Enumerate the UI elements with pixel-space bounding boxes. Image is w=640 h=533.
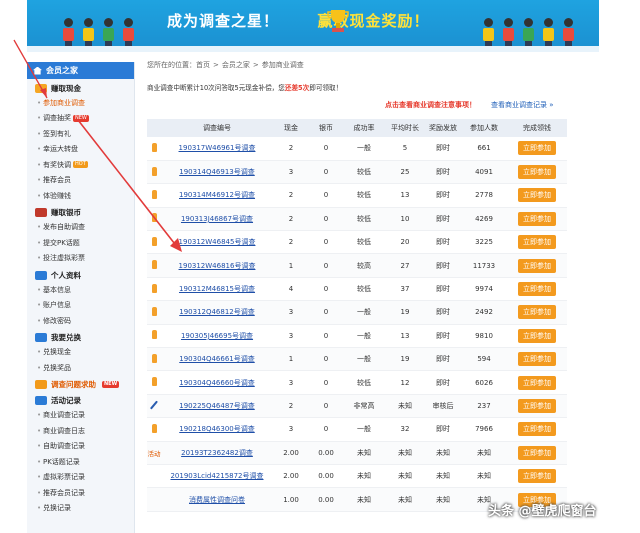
watermark: 头条 @壁虎爬窗台 bbox=[488, 504, 597, 519]
red-arrow-annotation bbox=[13, 39, 182, 252]
